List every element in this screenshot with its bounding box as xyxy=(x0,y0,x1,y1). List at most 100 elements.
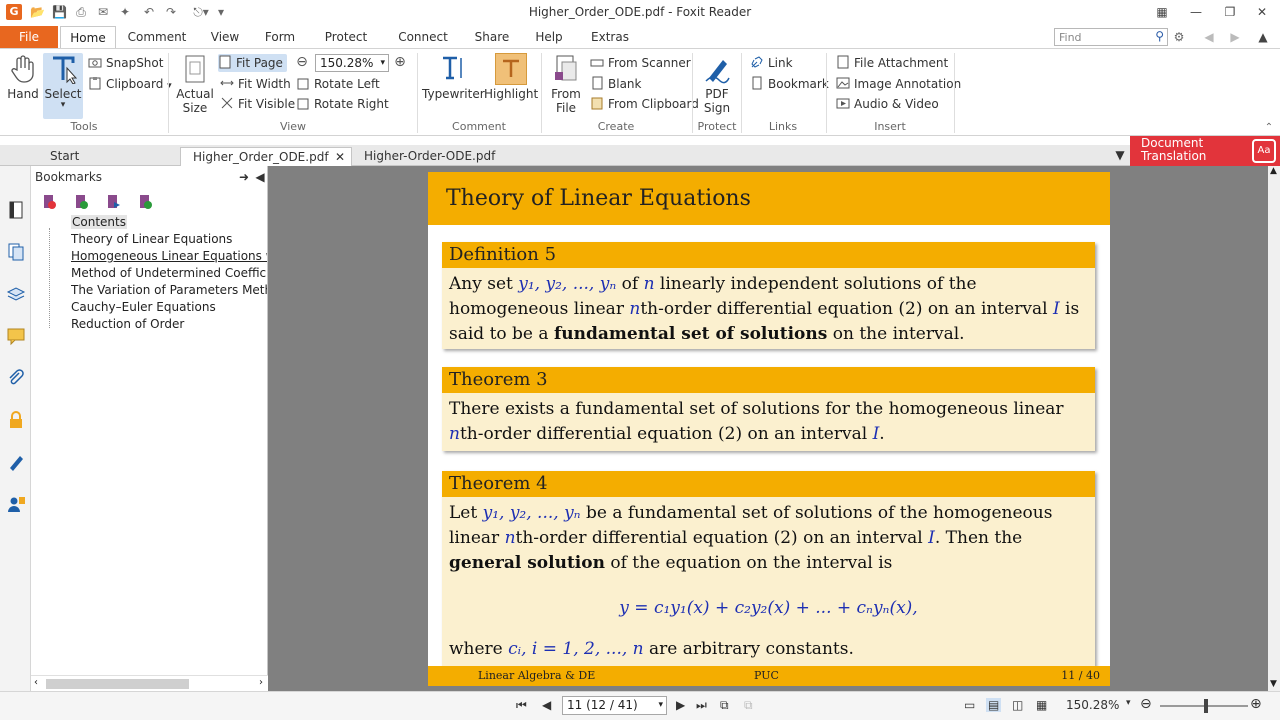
tab-view[interactable]: View xyxy=(204,26,246,48)
restore-button[interactable]: ❐ xyxy=(1220,3,1240,21)
continuous-facing-icon[interactable]: ▦ xyxy=(1036,698,1047,712)
file-attachment-button[interactable]: File Attachment xyxy=(836,54,948,72)
minimize-button[interactable]: — xyxy=(1186,3,1206,21)
attachments-panel-icon[interactable] xyxy=(6,368,26,388)
close-tab-icon[interactable]: ✕ xyxy=(335,148,345,166)
continuous-page-icon[interactable]: ▤ xyxy=(986,698,1002,712)
search-input[interactable]: Find ⚲ xyxy=(1054,28,1168,46)
search-icon[interactable]: ⚲ xyxy=(1155,29,1164,43)
document-viewport[interactable]: Theory of Linear Equations Definition 5 … xyxy=(268,166,1268,691)
zoom-slider[interactable] xyxy=(1160,699,1248,713)
collapse-ribbon-icon[interactable]: ▲ xyxy=(1256,30,1270,44)
scroll-down-icon[interactable]: ▼ xyxy=(1270,679,1277,689)
tab-connect[interactable]: Connect xyxy=(394,26,452,48)
typewriter-button[interactable]: Typewriter xyxy=(422,53,485,101)
pdf-sign-button[interactable]: PDF Sign xyxy=(698,53,736,115)
bookmarks-hscrollbar[interactable]: ‹ › xyxy=(31,675,268,691)
panel-expand-icon[interactable]: ➜ xyxy=(237,170,251,184)
security-panel-icon[interactable] xyxy=(6,410,26,430)
tab-higher-order-ode-2[interactable]: Higher-Order-ODE.pdf xyxy=(352,147,502,166)
tab-higher-order-ode-active[interactable]: Higher_Order_ODE.pdf ✕ xyxy=(180,147,352,166)
status-zoom-in-icon[interactable]: ⊕ xyxy=(1250,696,1262,712)
tab-list-icon[interactable]: ▼ xyxy=(1113,148,1127,162)
fit-visible-icon xyxy=(220,96,234,110)
bookmarks-panel-icon[interactable] xyxy=(6,200,26,220)
from-clipboard-button[interactable]: From Clipboard xyxy=(590,95,699,113)
document-translation-button[interactable]: Document Translation Aa xyxy=(1130,136,1280,166)
rotate-right-button[interactable]: Rotate Right xyxy=(296,95,389,113)
bookmark-undetermined[interactable]: Method of Undetermined Coefficients xyxy=(71,265,267,281)
link-button[interactable]: Link xyxy=(750,54,793,72)
status-zoom-out-icon[interactable]: ⊖ xyxy=(1140,696,1152,712)
bookmark-variation[interactable]: The Variation of Parameters Method xyxy=(71,282,267,298)
snapshot-button[interactable]: SnapShot xyxy=(88,54,163,72)
status-zoom-dropdown-icon[interactable]: ▾ xyxy=(1126,698,1131,708)
select-tool-button[interactable]: Select ▾ xyxy=(43,53,83,119)
bookmark-options-icon[interactable] xyxy=(137,194,153,210)
panel-collapse-icon[interactable]: ◀ xyxy=(253,170,267,184)
last-page-icon[interactable]: ⏭ xyxy=(696,698,707,713)
pages-panel-icon[interactable] xyxy=(6,242,26,262)
tab-form[interactable]: Form xyxy=(258,26,302,48)
comments-panel-icon[interactable] xyxy=(6,326,26,346)
previous-view-icon[interactable]: ⧉ xyxy=(720,698,729,713)
prev-result-icon[interactable]: ◀ xyxy=(1202,30,1216,44)
fit-visible-button[interactable]: Fit Visible xyxy=(220,95,295,113)
zoom-out-icon[interactable]: ⊖ xyxy=(295,55,309,69)
next-page-icon[interactable]: ▶ xyxy=(676,698,685,712)
ribbon-display-icon[interactable]: ▦ xyxy=(1152,3,1172,21)
next-view-icon[interactable]: ⧉ xyxy=(744,698,753,713)
scanner-icon xyxy=(590,55,604,69)
page-number-input[interactable]: 11 (12 / 41) ▾ xyxy=(562,696,667,715)
zoom-select[interactable]: 150.28% ▾ xyxy=(315,54,389,72)
bookmark-homogeneous[interactable]: Homogeneous Linear Equations with C xyxy=(71,248,267,264)
delete-bookmark-icon[interactable] xyxy=(41,194,57,210)
fit-width-button[interactable]: Fit Width xyxy=(220,75,291,93)
expand-bookmark-icon[interactable] xyxy=(105,194,121,210)
tab-share[interactable]: Share xyxy=(470,26,514,48)
facing-page-icon[interactable]: ◫ xyxy=(1012,698,1023,712)
blank-button[interactable]: Blank xyxy=(590,75,641,93)
audio-video-button[interactable]: Audio & Video xyxy=(836,95,939,113)
layers-panel-icon[interactable] xyxy=(6,284,26,304)
scroll-left-icon[interactable]: ‹ xyxy=(34,677,38,688)
link-icon xyxy=(750,55,764,69)
bookmark-theory-linear[interactable]: Theory of Linear Equations xyxy=(71,231,267,247)
collapse-ribbon-caret-icon[interactable]: ⌃ xyxy=(1262,121,1276,135)
tab-extras[interactable]: Extras xyxy=(588,26,632,48)
users-panel-icon[interactable] xyxy=(6,494,26,514)
tab-protect[interactable]: Protect xyxy=(318,26,374,48)
from-file-button[interactable]: From File xyxy=(546,53,586,115)
scroll-up-icon[interactable]: ▲ xyxy=(1270,166,1277,176)
first-page-icon[interactable]: ⏮ xyxy=(516,698,527,713)
single-page-icon[interactable]: ▭ xyxy=(964,698,975,712)
bookmark-cauchy-euler[interactable]: Cauchy–Euler Equations xyxy=(71,299,267,315)
prev-page-icon[interactable]: ◀ xyxy=(542,698,551,712)
hand-tool-button[interactable]: Hand xyxy=(6,53,40,101)
close-button[interactable]: ✕ xyxy=(1252,3,1272,21)
clipboard-button[interactable]: Clipboard ▾ xyxy=(88,75,172,93)
tab-comment[interactable]: Comment xyxy=(124,26,190,48)
from-scanner-button[interactable]: From Scanner xyxy=(590,54,691,72)
actual-size-button[interactable]: Actual Size xyxy=(174,53,216,115)
rotate-left-button[interactable]: Rotate Left xyxy=(296,75,380,93)
add-bookmark-icon[interactable] xyxy=(73,194,89,210)
bookmark-contents[interactable]: Contents xyxy=(71,214,267,230)
tab-home[interactable]: Home xyxy=(60,26,116,48)
settings-icon[interactable]: ⚙ xyxy=(1172,30,1186,44)
signatures-panel-icon[interactable] xyxy=(6,452,26,472)
hscroll-thumb[interactable] xyxy=(46,679,189,689)
image-annotation-button[interactable]: Image Annotation xyxy=(836,75,961,93)
bookmark-button[interactable]: Bookmark xyxy=(750,75,829,93)
tab-help[interactable]: Help xyxy=(530,26,568,48)
bookmark-reduction[interactable]: Reduction of Order xyxy=(71,316,267,332)
scroll-right-icon[interactable]: › xyxy=(259,677,263,688)
fit-page-button[interactable]: Fit Page xyxy=(218,54,287,72)
tab-file[interactable]: File xyxy=(0,26,58,48)
next-result-icon[interactable]: ▶ xyxy=(1228,30,1242,44)
tab-start[interactable]: Start xyxy=(38,147,178,166)
zoom-slider-knob[interactable] xyxy=(1204,699,1208,713)
document-vscrollbar[interactable]: ▲ ▼ xyxy=(1268,166,1280,691)
highlight-button[interactable]: Highlight xyxy=(484,53,538,101)
zoom-in-icon[interactable]: ⊕ xyxy=(393,55,407,69)
